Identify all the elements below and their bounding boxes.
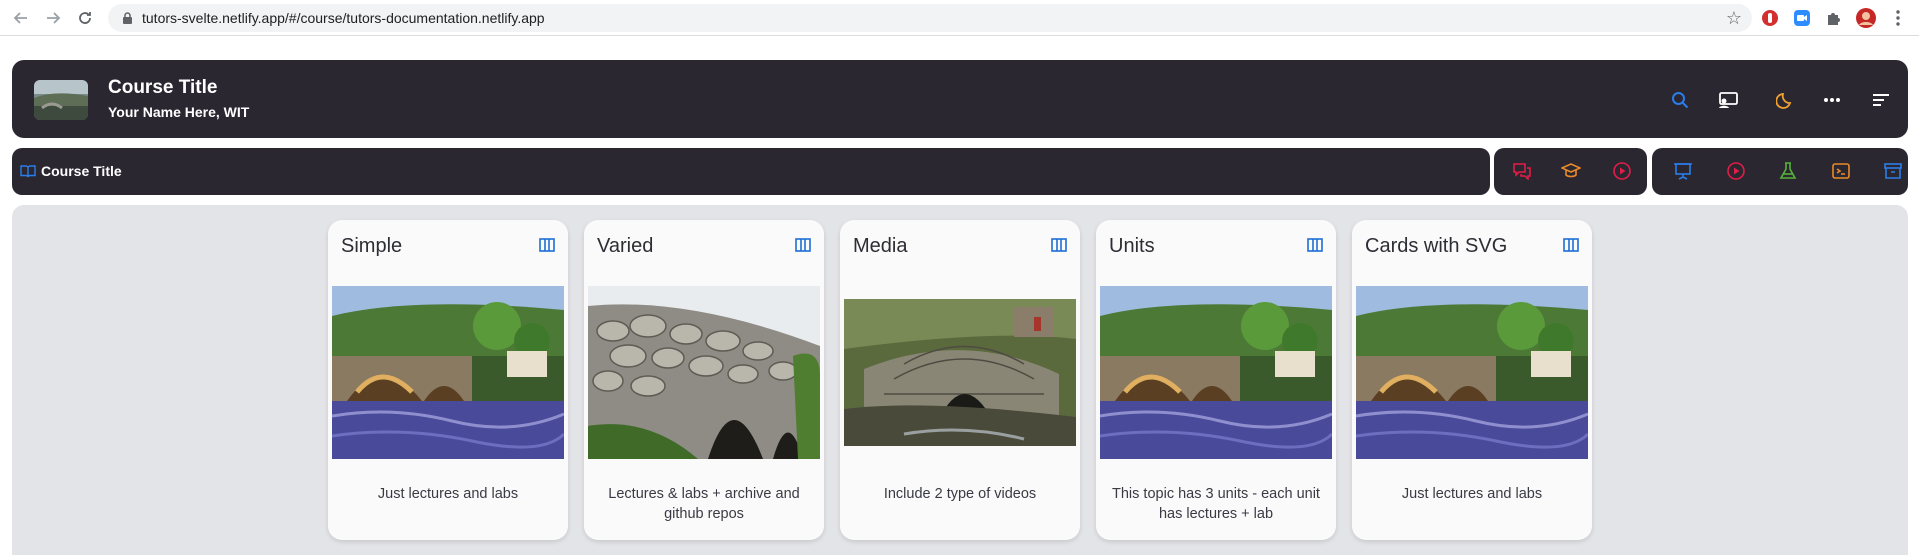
card-image-small-stone-arch (844, 299, 1076, 446)
course-author: Your Name Here, WIT (108, 104, 250, 120)
card-title: Cards with SVG (1365, 235, 1508, 257)
video-icon[interactable] (1611, 160, 1633, 182)
topic-icon (1563, 238, 1579, 252)
tutors-live-icon[interactable] (1715, 87, 1741, 113)
search-icon[interactable] (1667, 87, 1693, 113)
browser-menu-icon[interactable] (1887, 7, 1909, 29)
puzzle-extensions-icon[interactable] (1823, 7, 1845, 29)
topic-icon (795, 238, 811, 252)
card-image-stone-bridge (1356, 286, 1588, 459)
back-icon[interactable] (10, 7, 32, 29)
card-description: Include 2 type of videos (883, 486, 1037, 502)
topic-icon (1307, 238, 1323, 252)
browser-chrome: tutors-svelte.netlify.app/#/course/tutor… (0, 0, 1919, 36)
lecture-icon[interactable] (1672, 160, 1694, 182)
card-title: Simple (341, 235, 403, 257)
zoom-extension-icon[interactable] (1791, 7, 1813, 29)
chat-icon[interactable] (1511, 160, 1533, 182)
lock-icon (123, 12, 132, 24)
toolbar-group-1 (1494, 148, 1647, 195)
topic-card-units[interactable]: Units This topic has 3 units - each unit… (1096, 220, 1336, 540)
topic-card-varied[interactable]: Varied Lectures & labs + archive and git… (584, 220, 824, 540)
card-description: Just lectures and labs (377, 486, 519, 502)
topic-card-simple[interactable]: Simple Just lectures and labs (328, 220, 568, 540)
card-title: Media (853, 235, 908, 257)
topic-icon (1051, 238, 1067, 252)
course-header: Course Title Your Name Here, WIT (12, 60, 1908, 138)
topic-icon (539, 238, 555, 252)
card-description: Lectures & labs + archive and github rep… (608, 486, 800, 522)
video-icon[interactable] (1725, 160, 1747, 182)
toolbar-group-2 (1652, 148, 1908, 195)
card-title: Varied (597, 235, 654, 257)
toc-icon[interactable] (1868, 87, 1894, 113)
card-title: Units (1109, 235, 1155, 257)
address-bar[interactable]: tutors-svelte.netlify.app/#/course/tutor… (108, 4, 1752, 32)
url-text: tutors-svelte.netlify.app/#/course/tutor… (142, 10, 545, 26)
dark-mode-icon[interactable] (1772, 87, 1798, 113)
card-description: This topic has 3 units - each unit has l… (1112, 486, 1320, 522)
archive-icon[interactable] (1882, 160, 1904, 182)
card-image-stone-bridge (1100, 286, 1332, 459)
card-image-stone-bridge (332, 286, 564, 459)
profile-avatar[interactable] (1855, 7, 1877, 29)
card-description: Just lectures and labs (1401, 486, 1543, 502)
more-icon[interactable] (1819, 87, 1845, 113)
breadcrumb-course[interactable]: Course Title (41, 163, 122, 179)
reload-icon[interactable] (74, 7, 96, 29)
topic-card-cards-with-svg[interactable]: Cards with SVG Just lectures and labs (1352, 220, 1592, 540)
breadcrumb: Course Title (12, 148, 1490, 195)
book-icon (20, 165, 36, 178)
forward-icon[interactable] (42, 7, 64, 29)
lab-icon[interactable] (1777, 160, 1799, 182)
card-image-dry-stone-bridge (588, 286, 820, 459)
topic-card-media[interactable]: Media Include 2 type of videos (840, 220, 1080, 540)
course-logo[interactable] (34, 80, 88, 120)
extension-red-icon[interactable] (1759, 7, 1781, 29)
terminal-icon[interactable] (1830, 160, 1852, 182)
course-title: Course Title (108, 77, 218, 98)
graduation-icon[interactable] (1560, 160, 1582, 182)
bookmark-star-icon[interactable]: ☆ (1726, 8, 1742, 29)
